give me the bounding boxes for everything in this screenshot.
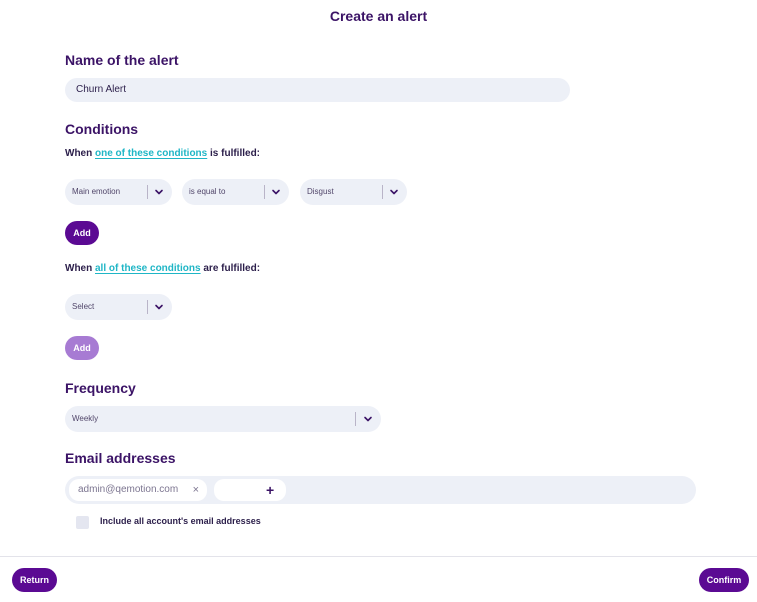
add-all-condition-button[interactable]: Add — [65, 336, 99, 360]
email-input-box[interactable]: admin@qemotion.com × + — [65, 476, 696, 504]
all-conditions-label: When all of these conditions are fulfill… — [65, 263, 260, 274]
include-all-checkbox[interactable] — [76, 516, 89, 529]
condition-value-value: Disgust — [307, 187, 334, 196]
chevron-down-icon — [272, 189, 280, 195]
select-divider — [147, 300, 148, 314]
return-button[interactable]: Return — [12, 568, 57, 592]
select-divider — [355, 412, 356, 426]
alert-name-value: Churn Alert — [76, 84, 127, 95]
frequency-heading: Frequency — [65, 380, 136, 396]
condition-field-select[interactable]: Main emotion — [65, 179, 172, 205]
all-conditions-prefix: When — [65, 263, 93, 274]
select-divider — [147, 185, 148, 199]
chevron-down-icon — [364, 416, 372, 422]
email-heading: Email addresses — [65, 450, 176, 466]
add-any-condition-button[interactable]: Add — [65, 221, 99, 245]
close-icon[interactable]: × — [193, 479, 199, 501]
confirm-button[interactable]: Confirm — [699, 568, 749, 592]
chevron-down-icon — [155, 304, 163, 310]
include-all-label: Include all account's email addresses — [100, 516, 261, 526]
frequency-select[interactable]: Weekly — [65, 406, 381, 432]
all-condition-field-value: Select — [72, 302, 95, 311]
condition-field-value: Main emotion — [72, 187, 121, 196]
footer-divider — [0, 556, 757, 557]
alert-name-input[interactable]: Churn Alert — [65, 78, 570, 102]
email-tag-text: admin@qemotion.com — [78, 484, 179, 495]
chevron-down-icon — [390, 189, 398, 195]
any-conditions-prefix: When — [65, 148, 93, 159]
any-conditions-label: When one of these conditions is fulfille… — [65, 148, 260, 159]
all-condition-field-select[interactable]: Select — [65, 294, 172, 320]
email-tag: admin@qemotion.com × — [69, 479, 207, 501]
chevron-down-icon — [155, 189, 163, 195]
alert-name-heading: Name of the alert — [65, 52, 179, 68]
email-new-input[interactable]: + — [214, 479, 286, 501]
any-conditions-link[interactable]: one of these conditions — [95, 148, 207, 159]
condition-operator-value: is equal to — [189, 187, 226, 196]
all-conditions-link[interactable]: all of these conditions — [95, 263, 201, 274]
select-divider — [382, 185, 383, 199]
conditions-heading: Conditions — [65, 121, 139, 137]
frequency-value: Weekly — [72, 414, 99, 423]
page-title: Create an alert — [329, 8, 428, 24]
all-conditions-suffix: are fulfilled: — [203, 263, 261, 274]
condition-operator-select[interactable]: is equal to — [182, 179, 289, 205]
plus-icon[interactable]: + — [266, 479, 274, 501]
select-divider — [264, 185, 265, 199]
any-conditions-suffix: is fulfilled: — [210, 148, 261, 159]
condition-value-select[interactable]: Disgust — [300, 179, 407, 205]
